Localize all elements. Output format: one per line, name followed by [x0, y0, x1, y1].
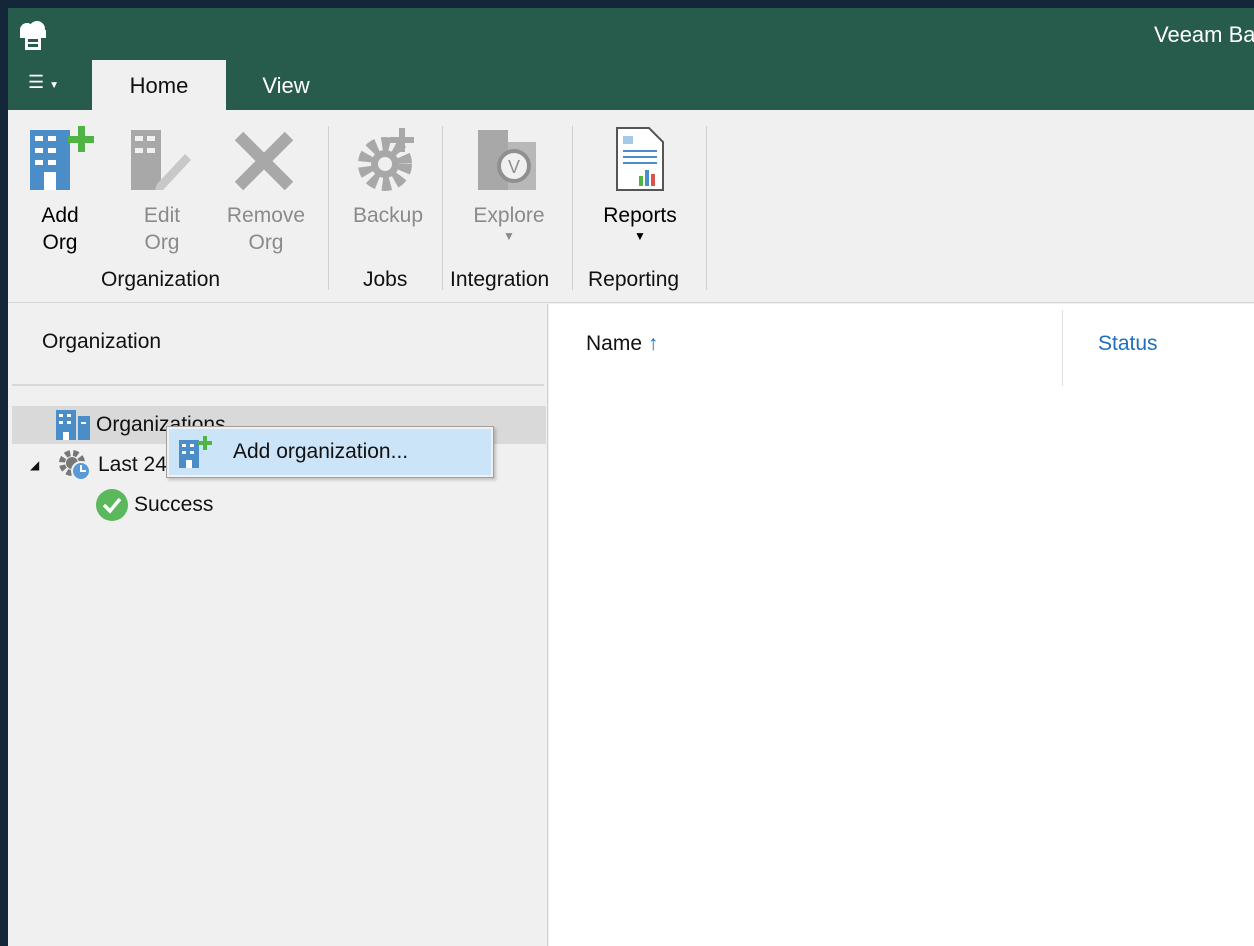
add-org-button[interactable]: Add Org	[28, 126, 94, 256]
main-menu-button[interactable]: ☰ ▼	[28, 72, 59, 93]
dropdown-arrow-icon: ▼	[634, 229, 646, 243]
remove-org-label-2: Org	[248, 231, 284, 254]
add-org-icon	[30, 126, 94, 190]
add-org-label-2: Org	[42, 231, 78, 254]
context-menu: Add organization...	[166, 426, 494, 478]
divider	[12, 384, 544, 386]
group-reporting: Reporting	[588, 268, 680, 291]
window-title: Veeam Backup	[1154, 22, 1254, 47]
backup-label: Backup	[352, 204, 424, 227]
explore-label: Explore	[473, 204, 545, 227]
svg-text:V: V	[508, 157, 520, 177]
navigation-pane: Organization Organizations ◢ Last 24 hou…	[8, 304, 548, 946]
dropdown-arrow-icon: ▼	[503, 229, 515, 243]
app-logo-icon	[20, 21, 46, 50]
remove-org-label: Remove	[226, 204, 306, 227]
remove-icon	[234, 131, 294, 191]
group-integration: Integration	[450, 268, 550, 291]
job-history-icon	[59, 450, 91, 481]
add-org-icon	[179, 436, 212, 468]
success-check-icon	[96, 489, 128, 521]
pane-title: Organization	[42, 330, 162, 353]
reports-button[interactable]: Reports ▼	[596, 126, 684, 243]
edit-org-label: Edit	[143, 204, 181, 227]
edit-org-label-2: Org	[144, 231, 180, 254]
ribbon-divider	[328, 126, 329, 290]
organizations-grid: Name ↑ Status	[549, 304, 1254, 946]
edit-org-button[interactable]: Edit Org	[126, 126, 198, 256]
sort-ascending-icon: ↑	[647, 332, 659, 355]
tree-label: Success	[134, 493, 214, 516]
organizations-icon	[56, 410, 90, 440]
add-org-label: Add	[41, 204, 79, 227]
ribbon-divider	[442, 126, 443, 290]
ribbon-divider	[572, 126, 573, 290]
explore-button[interactable]: V Explore ▼	[466, 126, 552, 243]
collapse-arrow-icon[interactable]: ◢	[30, 458, 52, 472]
edit-org-icon	[131, 130, 191, 190]
reports-label: Reports	[603, 204, 677, 227]
column-label: Name	[586, 332, 643, 355]
backup-button[interactable]: Backup	[346, 126, 430, 229]
backup-gear-icon	[358, 128, 414, 191]
column-divider[interactable]	[1062, 310, 1063, 386]
group-jobs: Jobs	[363, 268, 408, 291]
title-bar: Veeam Backup ☰ ▼ Home View	[8, 8, 1254, 110]
remove-org-button[interactable]: Remove Org	[220, 126, 312, 256]
ribbon-divider	[706, 126, 707, 290]
ribbon: Add Org Edit Org Remove Org Backup V Explor…	[8, 110, 1254, 303]
menu-item-label: Add organization...	[233, 440, 409, 463]
tab-view[interactable]: View	[226, 60, 346, 110]
menu-item-add-organization[interactable]: Add organization...	[169, 429, 491, 475]
group-organization: Organization	[101, 268, 221, 291]
reports-icon	[616, 127, 664, 191]
tab-home[interactable]: Home	[92, 60, 226, 110]
tree-item-success[interactable]: Success	[96, 486, 213, 524]
explore-icon: V	[478, 130, 536, 190]
column-header-name[interactable]: Name ↑	[586, 332, 658, 356]
column-header-status[interactable]: Status	[1098, 332, 1158, 356]
